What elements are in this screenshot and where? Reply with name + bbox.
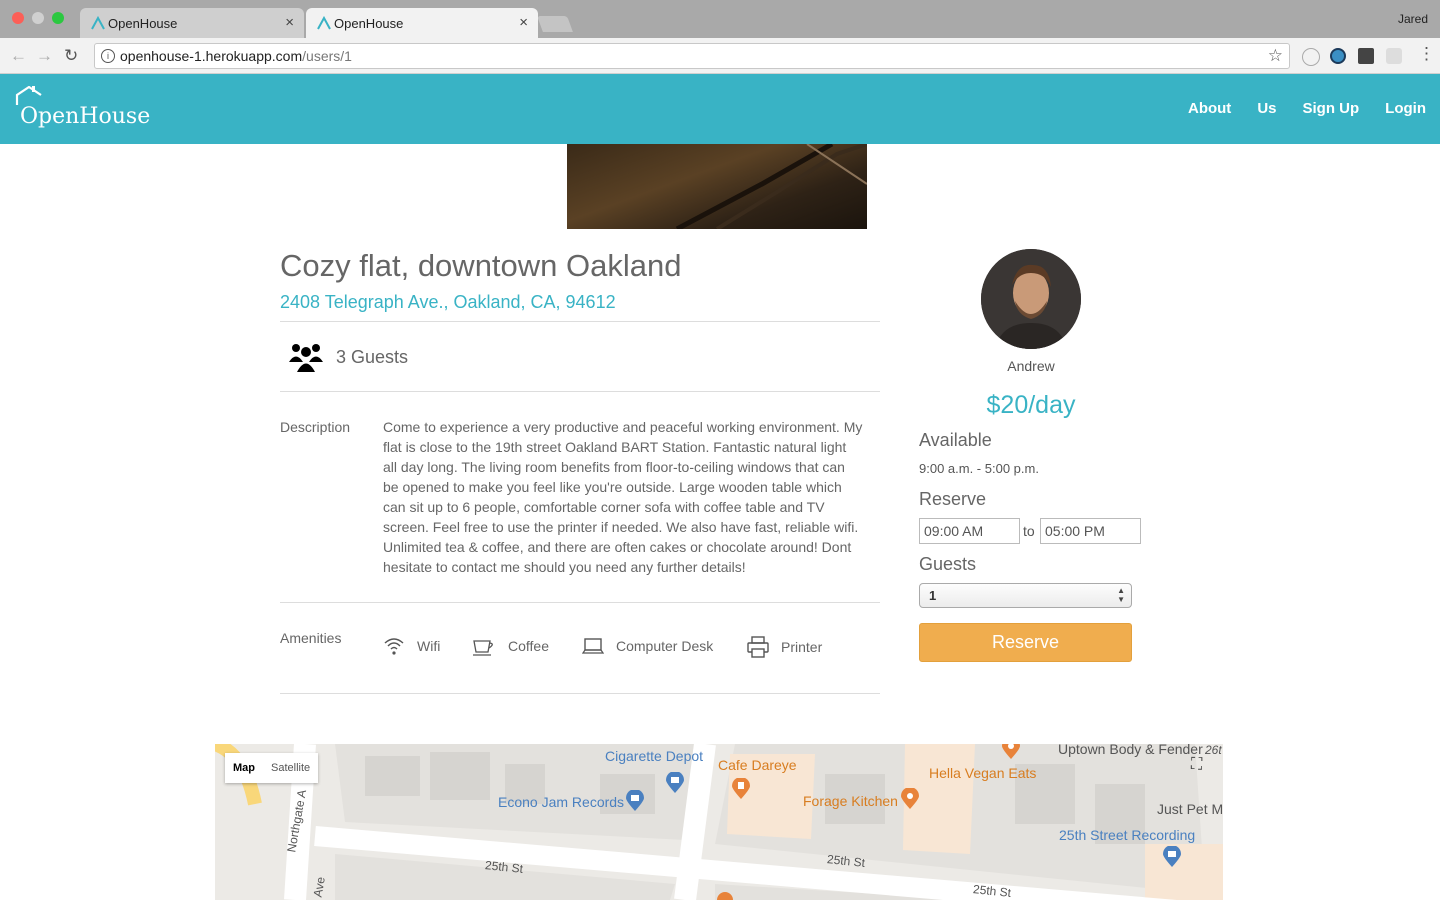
host-avatar[interactable] bbox=[981, 249, 1081, 349]
map-type-satellite-button[interactable]: Satellite bbox=[263, 753, 318, 783]
restaurant-pin-icon bbox=[901, 788, 919, 809]
divider bbox=[280, 391, 880, 392]
map-place-label[interactable]: Forage Kitchen bbox=[803, 793, 898, 809]
address-url: openhouse-1.herokuapp.com/users/1 bbox=[120, 48, 352, 64]
close-tab-icon[interactable]: × bbox=[519, 14, 528, 31]
amenity-computer-desk: Computer Desk bbox=[582, 636, 713, 656]
nav-link-login[interactable]: Login bbox=[1385, 100, 1426, 117]
listing-title: Cozy flat, downtown Oakland bbox=[280, 248, 682, 283]
description-text: Come to experience a very productive and… bbox=[383, 419, 863, 575]
guests-select[interactable]: 1 ▲ ▼ bbox=[919, 583, 1132, 608]
group-people-icon bbox=[289, 344, 323, 372]
reload-icon[interactable]: ↻ bbox=[64, 46, 78, 66]
amenity-wifi: Wifi bbox=[383, 636, 440, 656]
listing-photo-image bbox=[675, 144, 867, 229]
profile-name[interactable]: Jared bbox=[1398, 12, 1428, 26]
guests-heading: Guests bbox=[919, 554, 977, 574]
nav-link-sign-up[interactable]: Sign Up bbox=[1303, 100, 1360, 117]
back-arrow-icon[interactable]: ← bbox=[10, 46, 27, 66]
brand-name: OpenHouse bbox=[20, 104, 151, 129]
restaurant-pin-icon bbox=[1002, 744, 1020, 759]
openhouse-favicon-icon bbox=[317, 16, 331, 30]
address-bar[interactable]: i openhouse-1.herokuapp.com/users/1 ☆ bbox=[94, 43, 1290, 69]
end-time-input[interactable] bbox=[1040, 518, 1141, 544]
browser-menu-icon[interactable]: ⋮ bbox=[1418, 44, 1435, 64]
reserve-heading: Reserve bbox=[919, 489, 987, 509]
select-arrows-icon: ▲ ▼ bbox=[1117, 586, 1125, 604]
amenities-label: Amenities bbox=[280, 630, 342, 646]
nav-link-about[interactable]: About bbox=[1188, 100, 1231, 117]
printer-icon bbox=[747, 636, 769, 658]
new-tab-button[interactable] bbox=[537, 16, 573, 32]
guest-count: 3 Guests bbox=[336, 347, 409, 367]
host-avatar-image bbox=[981, 249, 1081, 349]
nav-links: About Us Sign Up Login bbox=[1162, 100, 1426, 117]
tab-title: OpenHouse bbox=[334, 15, 404, 31]
description-label: Description bbox=[280, 419, 351, 435]
listing-photo bbox=[567, 144, 867, 229]
map-type-map-button[interactable]: Map bbox=[225, 753, 263, 783]
map-place-label[interactable]: Cafe Dareye bbox=[718, 757, 797, 773]
divider bbox=[280, 321, 880, 322]
shopping-pin-icon bbox=[666, 772, 684, 793]
browser-tab[interactable]: OpenHouse × bbox=[80, 8, 304, 38]
google-map[interactable]: Map Satellite ⛶ Cigarette Depot Cafe Dar… bbox=[215, 744, 1223, 900]
bookmark-star-icon[interactable]: ☆ bbox=[1268, 46, 1283, 66]
map-place-label[interactable]: Uptown Body & Fender bbox=[1058, 744, 1203, 757]
price-per-day: $20/day bbox=[986, 391, 1076, 419]
tab-title: OpenHouse bbox=[108, 15, 178, 31]
maximize-window-button[interactable] bbox=[52, 12, 64, 24]
fullscreen-icon[interactable]: ⛶ bbox=[1191, 756, 1209, 774]
host-name: Andrew bbox=[1007, 358, 1055, 374]
map-place-label[interactable]: Just Pet M bbox=[1157, 801, 1223, 817]
wifi-icon bbox=[384, 638, 404, 655]
browser-tab-active[interactable]: OpenHouse × bbox=[306, 8, 538, 38]
map-place-label[interactable]: Cigarette Depot bbox=[605, 748, 703, 764]
divider bbox=[280, 693, 880, 694]
amenity-label: Coffee bbox=[508, 638, 549, 654]
extension-icon[interactable] bbox=[1302, 48, 1320, 66]
map-place-label[interactable]: 25th Street Recording bbox=[1059, 827, 1195, 843]
site-info-icon[interactable]: i bbox=[101, 49, 115, 63]
available-hours: 9:00 a.m. - 5:00 p.m. bbox=[919, 461, 1039, 476]
amenity-printer: Printer bbox=[747, 636, 822, 658]
amenity-coffee: Coffee bbox=[472, 636, 549, 656]
cafe-pin-icon bbox=[732, 778, 750, 799]
close-tab-icon[interactable]: × bbox=[285, 14, 294, 31]
extension-icon[interactable] bbox=[1358, 48, 1374, 64]
map-type-toggle: Map Satellite bbox=[225, 753, 319, 783]
minimize-window-button[interactable] bbox=[32, 12, 44, 24]
map-place-label[interactable]: Hella Vegan Eats bbox=[929, 765, 1036, 781]
amenity-label: Computer Desk bbox=[616, 638, 714, 654]
map-place-label[interactable]: Econo Jam Records bbox=[498, 794, 624, 810]
house-logo-icon bbox=[15, 86, 42, 105]
browser-toolbar: ← → ↻ i openhouse-1.herokuapp.com/users/… bbox=[0, 38, 1440, 74]
shopping-pin-icon bbox=[626, 790, 644, 811]
extension-icon[interactable] bbox=[1386, 48, 1402, 64]
start-time-input[interactable] bbox=[919, 518, 1020, 544]
reserve-button[interactable]: Reserve bbox=[919, 623, 1132, 662]
divider bbox=[280, 602, 880, 603]
laptop-icon bbox=[582, 638, 604, 654]
forward-arrow-icon[interactable]: → bbox=[36, 46, 53, 66]
site-navbar: OpenHouse About Us Sign Up Login bbox=[0, 74, 1440, 144]
nav-link-us[interactable]: Us bbox=[1257, 100, 1276, 117]
amenity-label: Wifi bbox=[417, 638, 441, 654]
browser-tab-bar: OpenHouse × OpenHouse × Jared bbox=[0, 0, 1440, 38]
available-heading: Available bbox=[919, 430, 992, 450]
amenity-label: Printer bbox=[781, 639, 823, 655]
close-window-button[interactable] bbox=[12, 12, 24, 24]
openhouse-favicon-icon bbox=[91, 16, 105, 30]
to-label: to bbox=[1023, 523, 1035, 539]
shopping-pin-icon bbox=[1163, 846, 1181, 867]
extension-icon[interactable] bbox=[1330, 48, 1346, 64]
street-label: 26t bbox=[1205, 744, 1222, 757]
coffee-cup-icon bbox=[473, 640, 493, 656]
listing-address[interactable]: 2408 Telegraph Ave., Oakland, CA, 94612 bbox=[280, 292, 616, 313]
guests-selected-value: 1 bbox=[929, 588, 937, 603]
